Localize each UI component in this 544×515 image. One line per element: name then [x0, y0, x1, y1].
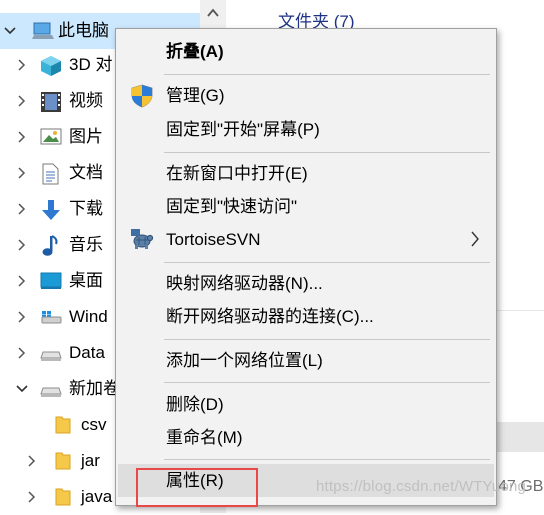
menu-item-manage[interactable]: 管理(G) — [118, 79, 494, 112]
menu-item-rename[interactable]: 重命名(M) — [118, 421, 494, 454]
menu-item-label: 在新窗口中打开(E) — [166, 164, 308, 183]
menu-item-open-new-window[interactable]: 在新窗口中打开(E) — [118, 157, 494, 190]
menu-item-add-network-location[interactable]: 添加一个网络位置(L) — [118, 344, 494, 377]
menu-item-disconnect-network-drive[interactable]: 断开网络驱动器的连接(C)... — [118, 300, 494, 333]
music-icon — [40, 235, 60, 256]
folder-icon — [54, 451, 74, 471]
chevron-right-icon[interactable] — [14, 201, 30, 217]
scroll-up-arrow-icon[interactable] — [206, 6, 220, 18]
menu-item-label: 管理(G) — [166, 86, 225, 105]
highlight-annotation-box — [136, 468, 258, 507]
tree-item-label: 音乐 — [69, 235, 103, 254]
menu-item-label: 固定到"快速访问" — [166, 197, 298, 216]
menu-item-map-network-drive[interactable]: 映射网络驱动器(N)... — [118, 267, 494, 300]
menu-item-pin-quick-access[interactable]: 固定到"快速访问" — [118, 190, 494, 223]
tree-item-label: csv — [81, 415, 107, 434]
desktop-icon — [40, 271, 62, 291]
pictures-icon — [40, 127, 62, 147]
chevron-right-icon[interactable] — [14, 273, 30, 289]
menu-item-collapse[interactable]: 折叠(A) — [118, 35, 494, 68]
submenu-arrow-icon — [470, 231, 480, 252]
menu-item-label: 断开网络驱动器的连接(C)... — [166, 307, 374, 326]
tree-item-label: 视频 — [69, 91, 103, 110]
tree-item-label: 文档 — [69, 163, 103, 182]
chevron-right-icon[interactable] — [14, 129, 30, 145]
tree-item-label: java — [81, 487, 113, 506]
context-menu: 折叠(A) 管理(G) 固定到"开始"屏幕(P) 在新窗口中打开(E) 固定到"… — [115, 28, 497, 506]
menu-separator — [164, 74, 490, 75]
menu-item-label: 删除(D) — [166, 395, 224, 414]
menu-item-label: 添加一个网络位置(L) — [166, 351, 323, 370]
chevron-right-icon[interactable] — [14, 345, 30, 361]
chevron-right-icon[interactable] — [24, 453, 40, 469]
tree-item-label: Data — [69, 343, 105, 362]
tree-item-label: 新加卷 — [69, 379, 120, 398]
chevron-right-icon[interactable] — [24, 489, 40, 505]
menu-separator — [164, 152, 490, 153]
menu-item-pin-to-start[interactable]: 固定到"开始"屏幕(P) — [118, 113, 494, 146]
chevron-down-icon[interactable] — [14, 381, 30, 397]
documents-icon — [40, 163, 60, 185]
tree-item-label: jar — [81, 451, 100, 470]
menu-item-tortoisesvn[interactable]: TortoiseSVN — [118, 223, 494, 256]
chevron-right-icon[interactable] — [14, 165, 30, 181]
drive-icon — [40, 343, 62, 363]
chevron-right-icon[interactable] — [14, 93, 30, 109]
tree-item-label: 下载 — [69, 199, 103, 218]
download-icon — [40, 199, 60, 220]
tree-item-label: 此电脑 — [58, 21, 109, 40]
menu-separator — [164, 339, 490, 340]
chevron-right-icon[interactable] — [14, 237, 30, 253]
tree-item-label: 图片 — [69, 127, 103, 146]
chevron-right-icon[interactable] — [14, 57, 30, 73]
folder-icon — [54, 487, 74, 507]
menu-separator — [164, 262, 490, 263]
menu-item-label: 映射网络驱动器(N)... — [166, 274, 323, 293]
tree-item-label: 桌面 — [69, 271, 103, 290]
tree-item-label: Wind — [69, 307, 108, 326]
tortoise-icon — [130, 228, 154, 252]
chevron-right-icon[interactable] — [14, 309, 30, 325]
menu-item-delete[interactable]: 删除(D) — [118, 388, 494, 421]
menu-separator — [164, 459, 490, 460]
menu-separator — [164, 382, 490, 383]
watermark-text: https://blog.csdn.net/WTYuong — [316, 478, 527, 495]
video-icon — [40, 91, 61, 112]
shield-icon — [130, 84, 154, 108]
3d-objects-icon — [40, 55, 61, 76]
tree-item-label: 3D 对 — [69, 55, 113, 74]
chevron-down-icon[interactable] — [2, 23, 18, 39]
computer-icon — [32, 21, 54, 41]
menu-item-label: 重命名(M) — [166, 428, 243, 447]
folder-icon — [54, 415, 74, 435]
windows-drive-icon — [40, 307, 62, 327]
menu-item-label: TortoiseSVN — [166, 230, 261, 249]
drive-icon — [40, 379, 62, 399]
menu-item-label: 折叠(A) — [166, 42, 224, 61]
menu-item-label: 固定到"开始"屏幕(P) — [166, 120, 320, 139]
